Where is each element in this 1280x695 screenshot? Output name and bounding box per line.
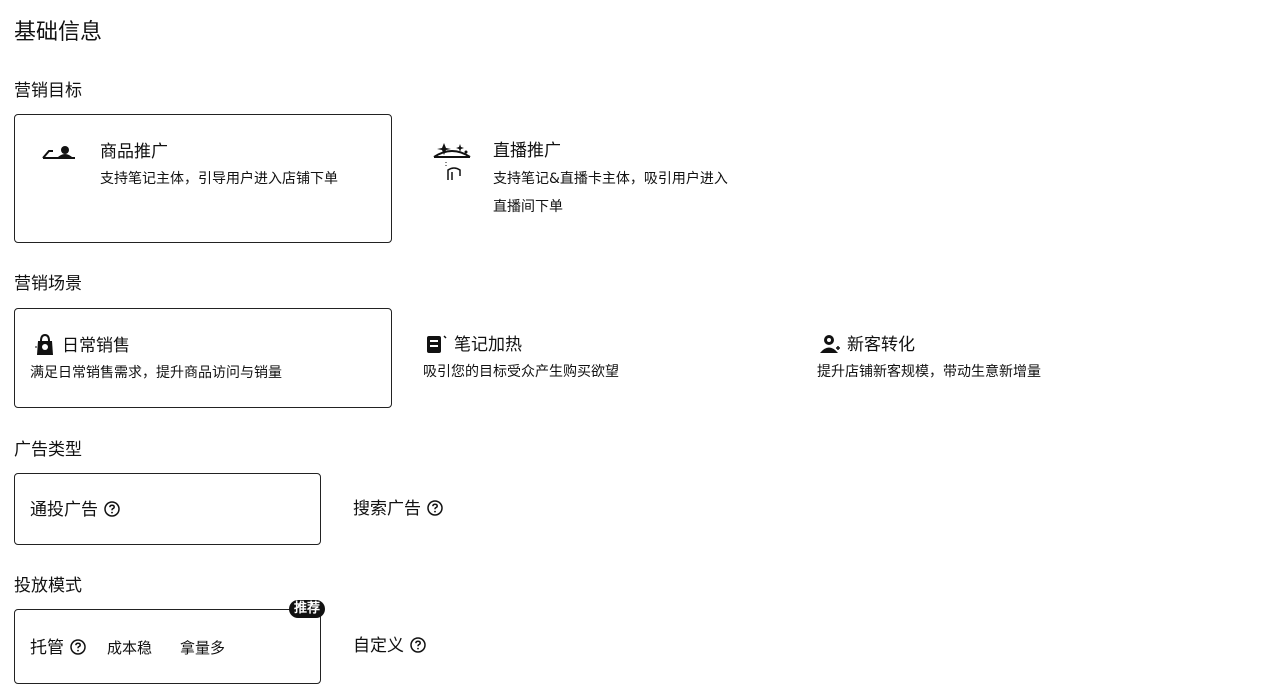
goal-option-title: 直播推广	[493, 141, 561, 161]
scene-option-title: 新客转化	[847, 335, 915, 355]
ad-type-label: 通投广告	[30, 500, 98, 520]
goal-option-title: 商品推广	[100, 142, 168, 162]
ad-type-option: 搜索广告	[353, 498, 443, 520]
delivery-mode-option: 托管	[30, 637, 86, 659]
help-icon[interactable]	[410, 637, 426, 653]
scene-option-desc: 提升店铺新客规模，带动生意新增量	[817, 364, 1041, 380]
new-customer-icon	[820, 335, 840, 353]
ad-type-label: 搜索广告	[353, 499, 421, 519]
help-icon[interactable]	[104, 501, 120, 517]
goal-option-desc-line2: 直播间下单	[493, 199, 563, 215]
delivery-mode-tag: 拿量多	[180, 639, 226, 657]
scene-option-note-boost[interactable]: 笔记加热 吸引您的目标受众产生购买欲望	[420, 308, 780, 408]
page: 基础信息 营销目标 商品推广 支持笔记主体，引导用户进入店铺下单 直播推广 支持…	[0, 0, 1280, 695]
live-promo-icon	[433, 143, 471, 180]
delivery-mode-tag: 成本稳	[107, 639, 153, 657]
recommend-badge: 推荐	[289, 600, 326, 618]
page-title: 基础信息	[14, 20, 103, 45]
shopping-bag-icon	[35, 334, 53, 355]
scene-option-daily-sales[interactable]: 日常销售 满足日常销售需求，提升商品访问与销量	[14, 308, 392, 408]
ad-type-option-search[interactable]: 搜索广告	[340, 473, 540, 545]
goal-option-desc: 支持笔记主体，引导用户进入店铺下单	[100, 171, 338, 187]
delivery-mode-option: 自定义	[353, 635, 426, 657]
product-promo-icon	[42, 146, 75, 159]
goal-option-desc-line1: 支持笔记&直播卡主体，吸引用户进入	[493, 171, 728, 187]
ad-type-option-general[interactable]: 通投广告	[14, 473, 321, 545]
delivery-mode-label: 自定义	[353, 636, 404, 656]
help-icon[interactable]	[70, 639, 86, 655]
scene-option-title: 笔记加热	[454, 335, 522, 355]
goal-option-live-promo[interactable]: 直播推广 支持笔记&直播卡主体，吸引用户进入 直播间下单	[420, 114, 800, 243]
goal-option-product-promo[interactable]: 商品推广 支持笔记主体，引导用户进入店铺下单	[14, 114, 392, 243]
delivery-mode-option-custom[interactable]: 自定义	[340, 609, 540, 684]
scene-option-desc: 满足日常销售需求，提升商品访问与销量	[30, 365, 282, 381]
scene-option-desc: 吸引您的目标受众产生购买欲望	[423, 364, 619, 380]
scene-option-new-customer[interactable]: 新客转化 提升店铺新客规模，带动生意新增量	[815, 308, 1175, 408]
delivery-mode-title: 投放模式	[14, 576, 82, 596]
delivery-mode-option-managed[interactable]: 托管 成本稳 拿量多	[14, 609, 321, 684]
marketing-goal-title: 营销目标	[14, 81, 82, 101]
delivery-mode-label: 托管	[30, 638, 64, 658]
note-icon	[427, 335, 447, 353]
scene-option-title: 日常销售	[62, 336, 130, 356]
marketing-scene-title: 营销场景	[14, 274, 82, 294]
help-icon[interactable]	[427, 500, 443, 516]
ad-type-option: 通投广告	[30, 499, 120, 521]
ad-type-title: 广告类型	[14, 440, 82, 460]
